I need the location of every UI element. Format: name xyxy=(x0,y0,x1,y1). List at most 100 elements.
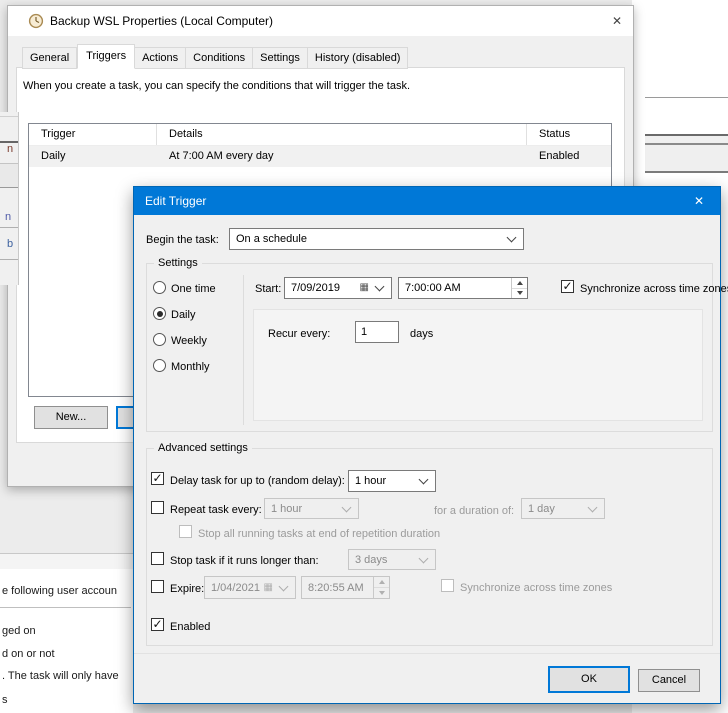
start-date-value: 7/09/2019 xyxy=(285,282,360,294)
background-window-bottom-left: e following user accoun ged on d on or n… xyxy=(0,485,133,713)
background-band xyxy=(0,164,18,187)
divider xyxy=(0,116,18,117)
start-date-picker[interactable]: 7/09/2019 ▦ xyxy=(284,277,392,299)
properties-titlebar[interactable]: Backup WSL Properties (Local Computer) ✕ xyxy=(8,6,633,36)
start-time-spinner[interactable]: 7:00:00 AM xyxy=(398,277,528,299)
clipped-text: n xyxy=(7,143,13,155)
cell-status: Enabled xyxy=(527,146,611,167)
edit-trigger-titlebar[interactable]: Edit Trigger ✕ xyxy=(134,187,720,215)
recur-unit-label: days xyxy=(410,327,433,341)
spin-down-icon xyxy=(517,291,523,295)
delay-task-checkbox[interactable]: ✓ xyxy=(151,472,164,485)
column-header-trigger[interactable]: Trigger xyxy=(29,124,157,145)
new-trigger-button[interactable]: New... xyxy=(34,406,108,429)
divider xyxy=(645,143,728,145)
calendar-icon: ▦ xyxy=(264,583,273,593)
close-icon[interactable]: ✕ xyxy=(678,187,720,215)
calendar-icon: ▦ xyxy=(360,283,369,293)
radio-daily[interactable] xyxy=(153,307,166,320)
expire-date-picker: 1/04/2021 ▦ xyxy=(204,576,296,599)
tab-conditions[interactable]: Conditions xyxy=(186,47,253,69)
background-band xyxy=(0,554,133,569)
column-header-details[interactable]: Details xyxy=(157,124,527,145)
expire-time-value: 8:20:55 AM xyxy=(302,582,373,594)
recur-every-input[interactable] xyxy=(355,321,399,343)
close-icon[interactable]: ✕ xyxy=(606,10,628,32)
tab-general[interactable]: General xyxy=(22,47,77,69)
stop-all-tasks-label: Stop all running tasks at end of repetit… xyxy=(198,527,440,541)
stop-task-value: 3 days xyxy=(349,554,416,566)
radio-one-time-label: One time xyxy=(171,282,216,296)
tab-strip: General Triggers Actions Conditions Sett… xyxy=(22,47,408,69)
divider xyxy=(0,259,18,260)
expire-date-value: 1/04/2021 xyxy=(205,582,264,594)
background-band xyxy=(0,485,133,553)
background-band xyxy=(645,136,728,172)
task-clock-icon xyxy=(28,13,44,29)
duration-label: for a duration of: xyxy=(434,504,514,518)
screen: e following user accoun ged on d on or n… xyxy=(0,0,728,713)
divider xyxy=(645,171,728,173)
cell-details: At 7:00 AM every day xyxy=(157,146,527,167)
spinner-buttons[interactable] xyxy=(511,278,527,298)
daily-settings-panel xyxy=(253,309,703,421)
enabled-checkbox[interactable]: ✓ xyxy=(151,618,164,631)
clipped-text: . The task will only have xyxy=(2,670,119,682)
recur-every-label: Recur every: xyxy=(268,327,330,341)
column-header-status[interactable]: Status xyxy=(527,124,611,145)
dialog-title: Edit Trigger xyxy=(145,187,206,215)
footer-separator xyxy=(134,653,720,654)
clipped-text: e following user accoun xyxy=(2,585,117,597)
table-header-row: Trigger Details Status xyxy=(29,124,611,146)
edit-trigger-dialog: Edit Trigger ✕ Begin the task: On a sche… xyxy=(133,186,721,704)
spin-up-icon xyxy=(379,580,385,584)
cancel-button[interactable]: Cancel xyxy=(638,669,700,692)
clipped-text: ged on xyxy=(2,625,36,637)
clipped-text: s xyxy=(2,694,8,706)
duration-value: 1 day xyxy=(522,503,585,515)
divider xyxy=(0,607,131,608)
radio-monthly[interactable] xyxy=(153,359,166,372)
repeat-task-value: 1 hour xyxy=(265,503,339,515)
check-icon: ✓ xyxy=(152,473,163,484)
sync-timezones-checkbox[interactable]: ✓ xyxy=(561,280,574,293)
tab-triggers[interactable]: Triggers xyxy=(77,44,135,69)
expire-label: Expire: xyxy=(170,582,204,596)
tab-actions[interactable]: Actions xyxy=(135,47,186,69)
stop-task-label: Stop task if it runs longer than: xyxy=(170,554,319,568)
spin-up-icon xyxy=(517,281,523,285)
radio-weekly[interactable] xyxy=(153,333,166,346)
begin-task-dropdown[interactable]: On a schedule xyxy=(229,228,524,250)
expire-checkbox[interactable] xyxy=(151,580,164,593)
advanced-settings-group-label: Advanced settings xyxy=(154,441,252,455)
check-icon: ✓ xyxy=(152,619,163,630)
chevron-down-icon xyxy=(419,553,429,563)
radio-daily-label: Daily xyxy=(171,308,195,322)
radio-one-time[interactable] xyxy=(153,281,166,294)
delay-task-dropdown[interactable]: 1 hour xyxy=(348,470,436,492)
delay-task-value: 1 hour xyxy=(349,475,416,487)
cell-trigger: Daily xyxy=(29,146,157,167)
chevron-down-icon xyxy=(588,502,598,512)
check-icon: ✓ xyxy=(562,281,573,292)
divider xyxy=(0,187,18,188)
sync-timezones-label: Synchronize across time zones xyxy=(580,282,728,296)
enabled-label: Enabled xyxy=(170,620,210,634)
chevron-down-icon xyxy=(342,502,352,512)
window-title: Backup WSL Properties (Local Computer) xyxy=(50,6,273,36)
stop-task-checkbox[interactable] xyxy=(151,552,164,565)
tab-history[interactable]: History (disabled) xyxy=(308,47,409,69)
clipped-text: n xyxy=(5,211,11,223)
tab-settings[interactable]: Settings xyxy=(253,47,308,69)
background-window-left-strip: n n b xyxy=(0,112,19,285)
start-time-value: 7:00:00 AM xyxy=(399,282,511,294)
ok-button[interactable]: OK xyxy=(548,666,630,693)
clipped-text: d on or not xyxy=(2,648,55,660)
delay-task-label: Delay task for up to (random delay): xyxy=(170,474,345,488)
tab-description: When you create a task, you can specify … xyxy=(23,80,410,92)
repeat-task-checkbox[interactable] xyxy=(151,501,164,514)
radio-monthly-label: Monthly xyxy=(171,360,210,374)
table-row[interactable]: Daily At 7:00 AM every day Enabled xyxy=(29,146,611,167)
divider xyxy=(645,134,728,136)
radio-weekly-label: Weekly xyxy=(171,334,207,348)
